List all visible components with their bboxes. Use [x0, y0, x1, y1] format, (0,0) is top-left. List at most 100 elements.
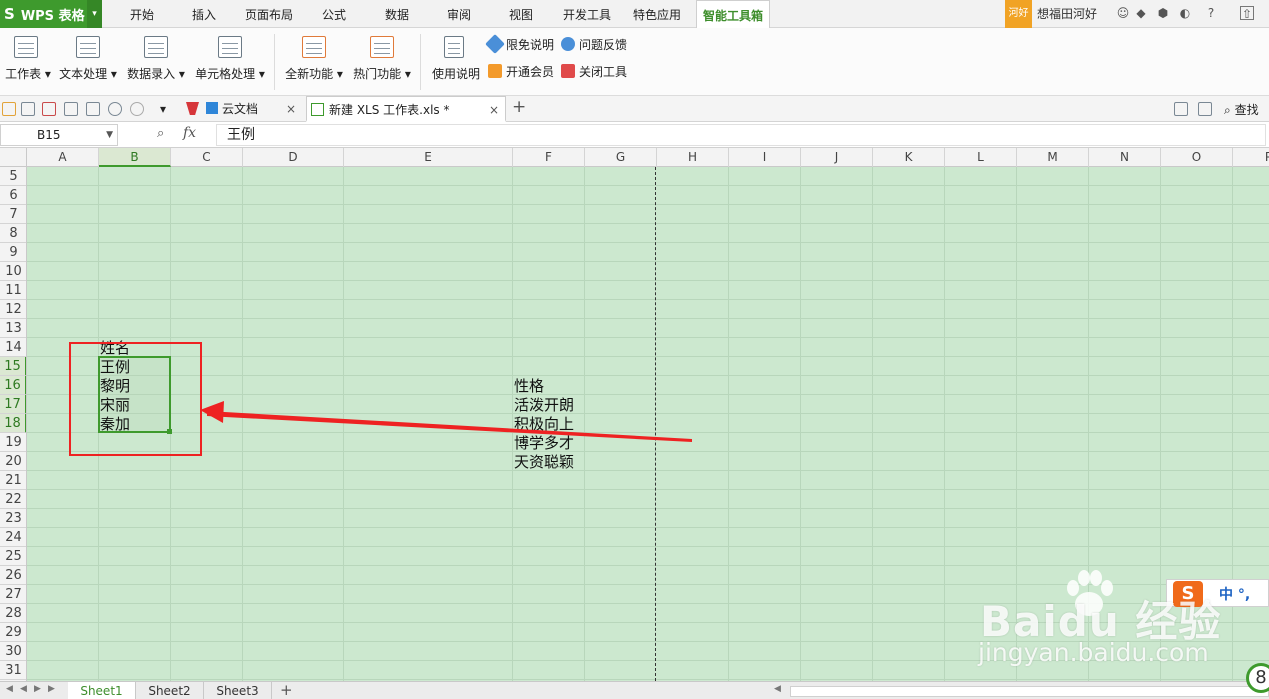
tab-formulas[interactable]: 公式 [306, 0, 362, 28]
user-name[interactable]: 想福田河好 [1037, 0, 1097, 28]
undo-icon[interactable] [108, 102, 122, 116]
tab-home[interactable]: 开始 [114, 0, 170, 28]
app-menu-button[interactable]: S WPS 表格 ▾ [0, 0, 102, 28]
close-tab-icon[interactable]: × [489, 97, 499, 123]
column-header[interactable]: P [1233, 148, 1269, 167]
tab-special-apps[interactable]: 特色应用 [624, 0, 690, 28]
screen-display-icon[interactable] [1174, 102, 1188, 116]
row-header[interactable]: 22 [0, 490, 26, 509]
tab-view[interactable]: 视图 [493, 0, 549, 28]
text-processing-button[interactable]: 文本处理 ▾ [56, 28, 120, 96]
column-header[interactable]: H [657, 148, 729, 167]
next-sheet-icon[interactable]: ▶ [34, 684, 41, 694]
user-badge[interactable]: 河好 [1005, 0, 1032, 28]
tab-list-icon[interactable] [1198, 102, 1212, 116]
user-guide-button[interactable]: 使用说明 [428, 28, 484, 96]
redo-icon[interactable] [130, 102, 144, 116]
sheet-tab-sheet2[interactable]: Sheet2 [136, 682, 204, 699]
column-header[interactable]: A [27, 148, 99, 167]
tab-review[interactable]: 审阅 [431, 0, 487, 28]
horizontal-scrollbar[interactable] [790, 686, 1269, 697]
scroll-left-icon[interactable]: ◀ [774, 684, 781, 694]
help-icon[interactable]: ? [1204, 6, 1218, 20]
column-header[interactable]: I [729, 148, 801, 167]
export-pdf-icon[interactable] [42, 102, 56, 116]
tab-insert[interactable]: 插入 [176, 0, 232, 28]
row-header[interactable]: 28 [0, 604, 26, 623]
save-icon[interactable] [21, 102, 35, 116]
print-icon[interactable] [64, 102, 78, 116]
customize-dropdown-icon[interactable]: ▾ [160, 102, 174, 116]
row-header[interactable]: 19 [0, 433, 26, 452]
column-header[interactable]: D [243, 148, 344, 167]
feedback-icon[interactable]: ◐ [1178, 6, 1192, 20]
row-header[interactable]: 12 [0, 300, 26, 319]
row-header[interactable]: 20 [0, 452, 26, 471]
row-header[interactable]: 18 [0, 414, 26, 433]
column-header[interactable]: M [1017, 148, 1089, 167]
doc-tab-spreadsheet[interactable]: 新建 XLS 工作表.xls * × [306, 96, 506, 122]
row-header[interactable]: 25 [0, 547, 26, 566]
prev-sheet-icon[interactable]: ◀ [20, 684, 27, 694]
close-tools-link[interactable]: 关闭工具 [561, 62, 627, 82]
new-features-button[interactable]: 全新功能 ▾ [282, 28, 346, 96]
search-button[interactable]: ⌕ 查找 [1224, 101, 1259, 118]
formula-input[interactable]: 王例 [216, 124, 1266, 146]
row-header[interactable]: 7 [0, 205, 26, 224]
restore-window-icon[interactable]: ⇧ [1240, 6, 1254, 21]
tab-developer[interactable]: 开发工具 [556, 0, 618, 28]
row-header[interactable]: 6 [0, 186, 26, 205]
feedback-link[interactable]: 问题反馈 [561, 35, 627, 55]
column-header[interactable]: J [801, 148, 873, 167]
doc-tab-cloud[interactable]: 云文档 × [182, 96, 302, 122]
row-header[interactable]: 9 [0, 243, 26, 262]
worksheet-group-button[interactable]: 工作表 ▾ [0, 28, 56, 96]
name-box[interactable]: B15 ▼ [0, 124, 118, 146]
row-header[interactable]: 10 [0, 262, 26, 281]
row-header[interactable]: 8 [0, 224, 26, 243]
insert-function-icon[interactable]: fx [183, 125, 196, 141]
chevron-down-icon[interactable]: ▾ [87, 0, 102, 28]
skin-icon[interactable]: ◆ [1134, 6, 1148, 20]
open-folder-icon[interactable] [2, 102, 16, 116]
settings-icon[interactable]: ⬢ [1156, 6, 1170, 20]
row-header[interactable]: 15 [0, 357, 26, 376]
tab-data[interactable]: 数据 [369, 0, 425, 28]
corner-badge[interactable]: 8 [1246, 663, 1269, 693]
tab-page-layout[interactable]: 页面布局 [238, 0, 300, 28]
first-sheet-icon[interactable]: ◀ [6, 684, 13, 694]
print-preview-icon[interactable] [86, 102, 100, 116]
row-header[interactable]: 29 [0, 623, 26, 642]
popular-features-button[interactable]: 热门功能 ▾ [350, 28, 414, 96]
row-header[interactable]: 17 [0, 395, 26, 414]
row-header[interactable]: 16 [0, 376, 26, 395]
column-header[interactable]: O [1161, 148, 1233, 167]
column-header[interactable]: F [513, 148, 585, 167]
column-header[interactable]: N [1089, 148, 1161, 167]
row-header[interactable]: 27 [0, 585, 26, 604]
zoom-icon[interactable]: ⌕ [157, 126, 164, 141]
row-header[interactable]: 31 [0, 661, 26, 680]
row-header[interactable]: 5 [0, 167, 26, 186]
close-tab-icon[interactable]: × [286, 96, 296, 122]
cell-processing-button[interactable]: 单元格处理 ▾ [192, 28, 268, 96]
row-header[interactable]: 26 [0, 566, 26, 585]
row-header[interactable]: 14 [0, 338, 26, 357]
membership-link[interactable]: 开通会员 [488, 62, 554, 82]
tab-smart-toolbox[interactable]: 智能工具箱 [696, 0, 770, 29]
column-header[interactable]: B [99, 148, 171, 167]
row-header[interactable]: 11 [0, 281, 26, 300]
row-header[interactable]: 23 [0, 509, 26, 528]
last-sheet-icon[interactable]: ▶ [48, 684, 55, 694]
select-all-corner[interactable] [0, 148, 27, 167]
sheet-tab-sheet3[interactable]: Sheet3 [204, 682, 272, 699]
sheet-tab-sheet1[interactable]: Sheet1 [68, 682, 136, 699]
column-header[interactable]: G [585, 148, 657, 167]
user-avatar-icon[interactable]: ☺ [1116, 6, 1130, 20]
ime-mode[interactable]: 中 °, [1219, 584, 1250, 604]
data-entry-button[interactable]: 数据录入 ▾ [124, 28, 188, 96]
column-header[interactable]: L [945, 148, 1017, 167]
chevron-down-icon[interactable]: ▼ [106, 125, 113, 145]
free-trial-link[interactable]: 限免说明 [485, 34, 554, 55]
row-header[interactable]: 21 [0, 471, 26, 490]
